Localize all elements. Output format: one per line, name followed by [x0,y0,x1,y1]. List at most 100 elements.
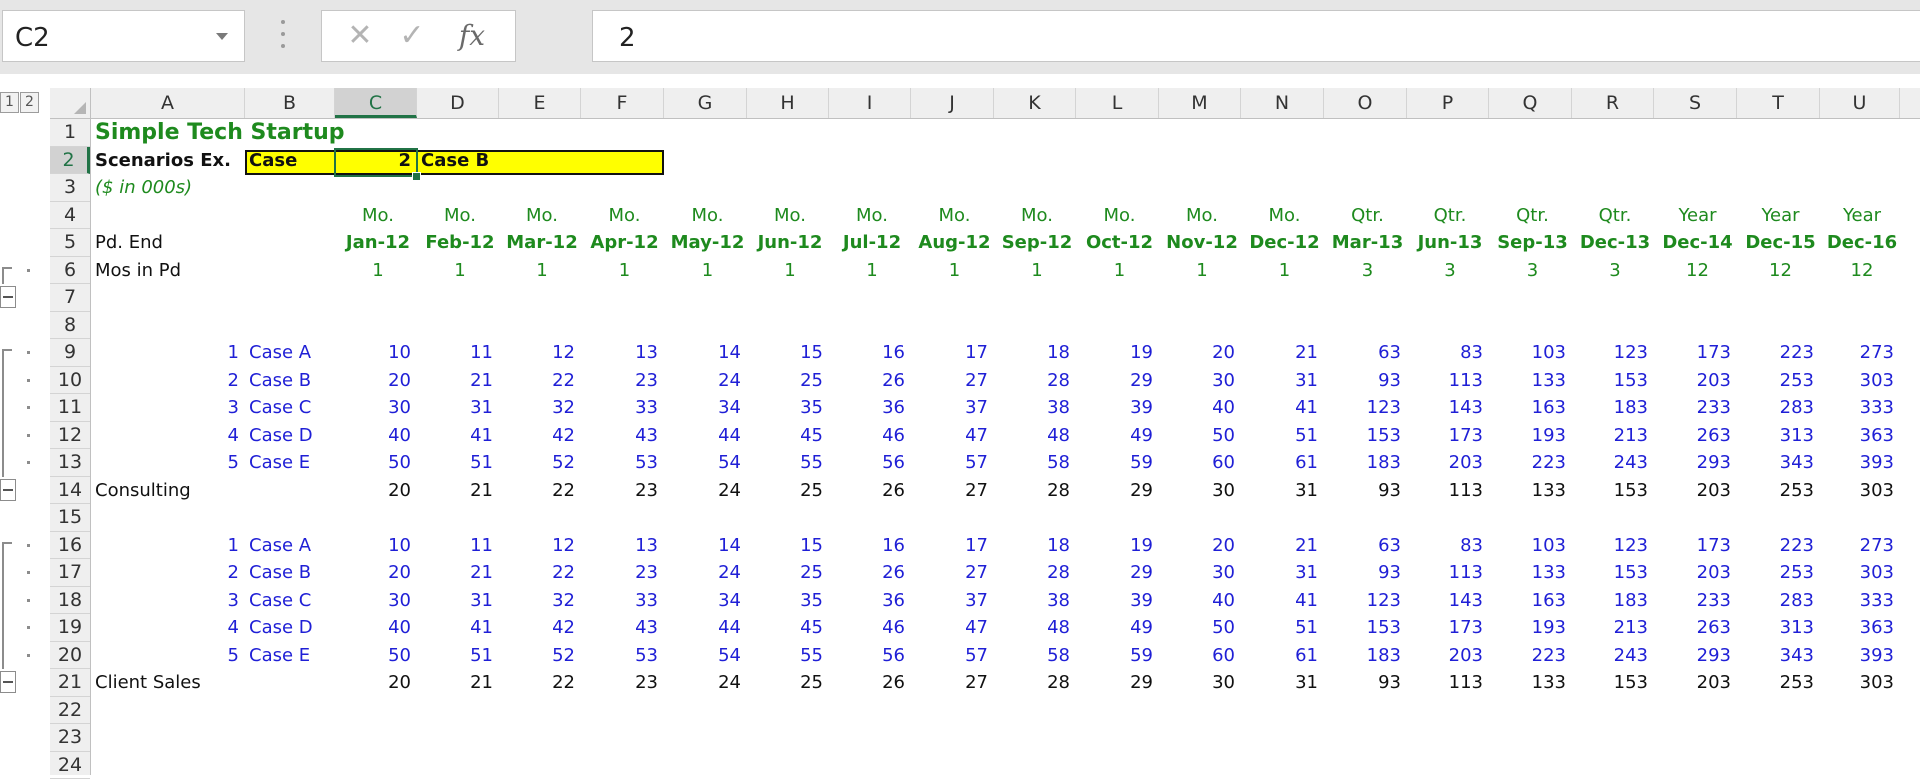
case-value-cell[interactable]: 203 [1407,449,1489,477]
case-value-cell[interactable]: 25 [747,559,829,587]
client-sales-value-cell[interactable]: 26 [829,669,911,697]
case-value-cell[interactable]: 103 [1489,339,1572,367]
consulting-value-cell[interactable]: 203 [1654,477,1737,505]
row-header-12[interactable]: 12 [50,422,90,450]
case-value-cell[interactable]: 40 [1159,394,1241,422]
row-header-7[interactable]: 7 [50,284,90,312]
case-value-cell[interactable]: 54 [664,642,747,670]
period-type-cell[interactable]: Year [1737,202,1820,230]
formula-text[interactable]: 2 [619,23,636,53]
case-name-cell[interactable]: Case C [245,394,335,422]
consulting-value-cell[interactable]: 93 [1324,477,1407,505]
column-header-b[interactable]: B [245,88,335,118]
case-value-cell[interactable]: 233 [1654,394,1737,422]
case-value-cell[interactable]: 60 [1159,642,1241,670]
period-type-cell[interactable]: Mo. [335,202,417,230]
case-value-cell[interactable]: 50 [1159,422,1241,450]
case-value-cell[interactable]: 143 [1407,587,1489,615]
period-type-cell[interactable]: Qtr. [1489,202,1572,230]
period-type-cell[interactable]: Mo. [1159,202,1241,230]
months-in-period-cell[interactable]: 1 [1076,257,1159,285]
consulting-value-cell[interactable]: 22 [499,477,581,505]
consulting-value-cell[interactable]: 27 [911,477,994,505]
column-header-e[interactable]: E [499,88,581,118]
scenario-label[interactable]: Scenarios Ex. [91,147,245,175]
consulting-value-cell[interactable]: 23 [581,477,664,505]
period-type-cell[interactable]: Mo. [994,202,1076,230]
case-value-cell[interactable]: 183 [1572,587,1654,615]
months-in-period-cell[interactable]: 1 [499,257,581,285]
case-value-cell[interactable]: 15 [747,339,829,367]
case-value-cell[interactable]: 21 [417,559,499,587]
case-value-cell[interactable]: 333 [1820,587,1900,615]
months-in-period-cell[interactable]: 12 [1737,257,1820,285]
case-number-cell[interactable]: 4 [91,614,245,642]
period-type-cell[interactable]: Mo. [664,202,747,230]
sheet-title[interactable]: Simple Tech Startup [91,119,499,147]
case-value-cell[interactable]: 31 [1241,367,1324,395]
months-in-period-cell[interactable]: 1 [417,257,499,285]
case-value-cell[interactable]: 59 [1076,642,1159,670]
case-value-cell[interactable]: 61 [1241,449,1324,477]
row-header-4[interactable]: 4 [50,202,90,230]
column-header-u[interactable]: U [1820,88,1900,118]
cancel-icon[interactable]: ✕ [340,19,380,53]
case-value-cell[interactable]: 27 [911,367,994,395]
case-value-cell[interactable]: 44 [664,614,747,642]
case-value-cell[interactable]: 45 [747,422,829,450]
units-note[interactable]: ($ in 000s) [91,174,335,202]
consulting-value-cell[interactable]: 303 [1820,477,1900,505]
period-end-cell[interactable]: Oct-12 [1076,229,1159,257]
period-end-cell[interactable]: Dec-14 [1654,229,1737,257]
case-value-cell[interactable]: 31 [417,394,499,422]
period-end-label[interactable]: Pd. End [91,229,245,257]
case-value-cell[interactable]: 33 [581,394,664,422]
case-value-cell[interactable]: 83 [1407,339,1489,367]
case-value-cell[interactable]: 56 [829,449,911,477]
case-name-cell[interactable]: Case E [245,642,335,670]
consulting-value-cell[interactable]: 21 [417,477,499,505]
period-end-cell[interactable]: Dec-16 [1820,229,1900,257]
case-value-cell[interactable]: 203 [1654,367,1737,395]
case-value-cell[interactable]: 163 [1489,587,1572,615]
case-value-cell[interactable]: 263 [1654,614,1737,642]
case-value-cell[interactable]: 51 [1241,422,1324,450]
client-sales-value-cell[interactable]: 24 [664,669,747,697]
period-end-cell[interactable]: May-12 [664,229,747,257]
client-sales-value-cell[interactable]: 25 [747,669,829,697]
case-value-cell[interactable]: 273 [1820,339,1900,367]
row-header-3[interactable]: 3 [50,174,90,202]
case-value-cell[interactable]: 28 [994,559,1076,587]
case-value-cell[interactable]: 223 [1737,532,1820,560]
outline-collapse-icon[interactable] [0,286,16,308]
case-value-cell[interactable]: 153 [1324,422,1407,450]
case-value-cell[interactable]: 21 [417,367,499,395]
outline-collapse-icon[interactable] [0,671,16,693]
consulting-value-cell[interactable]: 28 [994,477,1076,505]
outline-collapse-icon[interactable] [0,479,16,501]
column-header-m[interactable]: M [1159,88,1241,118]
case-number-cell[interactable]: 4 [91,422,245,450]
case-value-cell[interactable]: 50 [1159,614,1241,642]
case-value-cell[interactable]: 11 [417,532,499,560]
case-value-cell[interactable]: 27 [911,559,994,587]
case-name-cell[interactable]: Case A [245,532,335,560]
case-value-cell[interactable]: 243 [1572,642,1654,670]
case-number-cell[interactable]: 1 [91,339,245,367]
case-number-cell[interactable]: 2 [91,559,245,587]
case-value-cell[interactable]: 57 [911,642,994,670]
case-value-cell[interactable]: 22 [499,367,581,395]
case-value-cell[interactable]: 53 [581,449,664,477]
outline-level-2-button[interactable]: 2 [20,92,39,113]
case-value-cell[interactable]: 343 [1737,449,1820,477]
case-number-cell[interactable]: 5 [91,642,245,670]
case-value-cell[interactable]: 54 [664,449,747,477]
period-end-cell[interactable]: Dec-12 [1241,229,1324,257]
period-end-cell[interactable]: Apr-12 [581,229,664,257]
period-type-cell[interactable]: Mo. [911,202,994,230]
case-value-cell[interactable]: 36 [829,394,911,422]
case-value-cell[interactable]: 20 [335,367,417,395]
case-value-cell[interactable]: 51 [417,449,499,477]
case-value-cell[interactable]: 123 [1324,394,1407,422]
case-value-cell[interactable]: 12 [499,339,581,367]
